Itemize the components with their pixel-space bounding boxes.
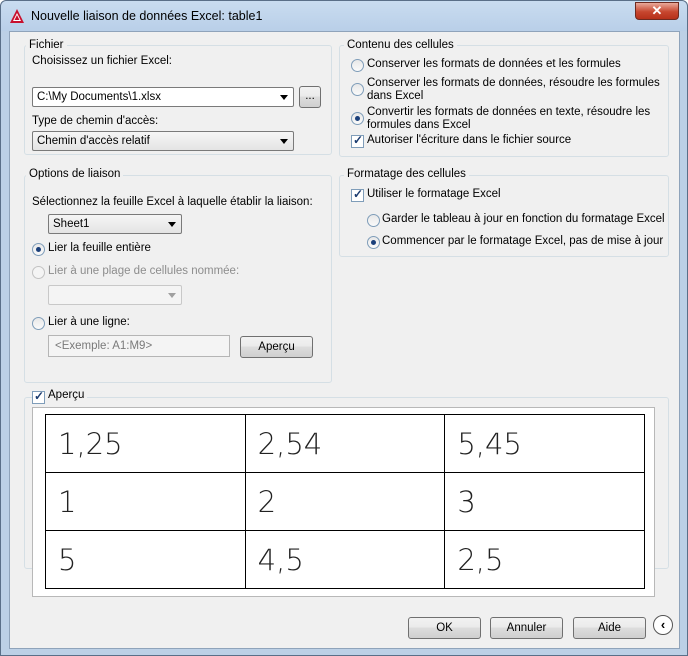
apercu-checkbox[interactable] (32, 389, 45, 404)
apercu-label: Aperçu (45, 389, 88, 401)
path-type-label: Type de chemin d'accès: (32, 115, 159, 127)
file-combo-value: C:\My Documents\1.xlsx (37, 91, 161, 103)
link-range-label: Lier à une ligne: (48, 316, 130, 328)
table-row: 1,25 2,54 5,45 (45, 414, 645, 473)
keep-formats-resolve-radio[interactable] (351, 83, 364, 96)
table-row: 1 2 3 (45, 472, 645, 531)
chevron-down-icon (280, 95, 288, 100)
named-range-combo[interactable] (48, 285, 182, 305)
start-with-excel-label: Commencer par le formatage Excel, pas de… (382, 235, 664, 247)
use-excel-format-label: Utiliser le formatage Excel (367, 188, 501, 200)
link-named-range-radio[interactable] (32, 266, 45, 279)
allow-write-checkbox[interactable] (351, 133, 364, 148)
use-excel-format-checkbox[interactable] (351, 187, 364, 202)
table-cell: 2,54 (244, 414, 446, 473)
sheet-combo[interactable]: Sheet1 (48, 214, 182, 234)
chevron-down-icon (168, 293, 176, 298)
ok-button[interactable]: OK (408, 617, 481, 639)
browse-button[interactable]: ... (299, 86, 321, 108)
range-input[interactable]: <Exemple: A1:M9> (48, 335, 230, 357)
autocad-app-icon (10, 9, 24, 23)
chevron-down-icon (168, 222, 176, 227)
convert-text-label-2: formules dans Excel (367, 119, 471, 131)
sheet-combo-value: Sheet1 (53, 218, 90, 230)
link-named-range-label: Lier à une plage de cellules nommée: (48, 265, 240, 277)
table-cell: 1 (45, 472, 246, 531)
link-whole-sheet-radio[interactable] (32, 243, 45, 256)
keep-formats-formulas-label: Conserver les formats de données et les … (367, 58, 621, 70)
allow-write-label: Autoriser l'écriture dans le fichier sou… (367, 134, 572, 146)
liaison-group-label: Options de liaison (26, 168, 124, 180)
convert-text-radio[interactable] (351, 112, 364, 125)
keep-updated-radio[interactable] (367, 214, 380, 227)
preview-table: 1,25 2,54 5,45 1 2 3 5 4,5 2,5 (45, 414, 645, 589)
table-cell: 4,5 (244, 530, 446, 589)
convert-text-label-1: Convertir les formats de données en text… (367, 106, 651, 118)
choose-file-label: Choisissez un fichier Excel: (32, 55, 172, 67)
select-sheet-label: Sélectionnez la feuille Excel à laquelle… (32, 196, 313, 208)
preview-frame: 1,25 2,54 5,45 1 2 3 5 4,5 2,5 (32, 407, 655, 597)
path-type-combo[interactable]: Chemin d'accès relatif (32, 131, 294, 151)
table-row: 5 4,5 2,5 (45, 530, 645, 589)
start-with-excel-radio[interactable] (367, 236, 380, 249)
cancel-button[interactable]: Annuler (490, 617, 563, 639)
window-title: Nouvelle liaison de données Excel: table… (31, 9, 263, 23)
range-placeholder: <Exemple: A1:M9> (55, 340, 153, 352)
table-cell: 1,25 (45, 414, 246, 473)
keep-formats-formulas-radio[interactable] (351, 59, 364, 72)
close-button[interactable]: ✕ (635, 2, 679, 20)
link-range-radio[interactable] (32, 317, 45, 330)
help-button[interactable]: Aide (573, 617, 646, 639)
table-cell: 2,5 (444, 530, 645, 589)
chevron-down-icon (280, 139, 288, 144)
keep-updated-label: Garder le tableau à jour en fonction du … (382, 213, 665, 225)
keep-formats-resolve-label-2: dans Excel (367, 90, 424, 102)
table-cell: 2 (244, 472, 446, 531)
dialog-window: Nouvelle liaison de données Excel: table… (0, 0, 688, 656)
link-whole-sheet-label: Lier la feuille entière (48, 242, 151, 254)
chevron-left-icon[interactable]: ‹ (653, 615, 673, 635)
formatage-group-label: Formatage des cellules (344, 168, 469, 180)
contenu-group-label: Contenu des cellules (344, 39, 457, 51)
file-combo[interactable]: C:\My Documents\1.xlsx (32, 87, 294, 107)
title-bar[interactable]: Nouvelle liaison de données Excel: table… (1, 1, 687, 31)
table-cell: 5 (45, 530, 246, 589)
path-type-value: Chemin d'accès relatif (37, 135, 150, 147)
table-cell: 3 (444, 472, 645, 531)
link-preview-button[interactable]: Aperçu (240, 336, 313, 358)
keep-formats-resolve-label-1: Conserver les formats de données, résoud… (367, 77, 660, 89)
table-cell: 5,45 (444, 414, 645, 473)
fichier-group-label: Fichier (26, 39, 67, 51)
